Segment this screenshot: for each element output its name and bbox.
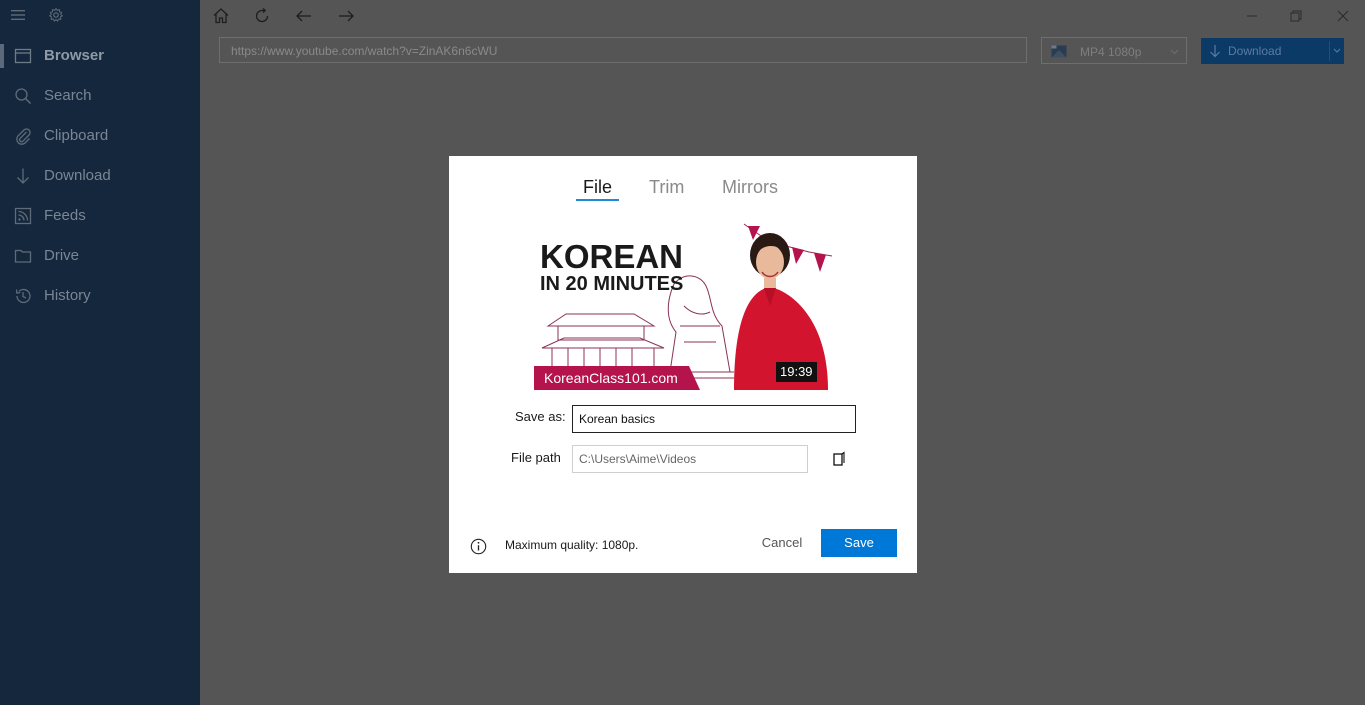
sidebar-item-browser[interactable]: Browser [0, 36, 200, 76]
save-as-input[interactable] [572, 405, 856, 433]
sidebar-item-history[interactable]: History [0, 276, 200, 316]
browse-folder-icon[interactable] [832, 451, 846, 467]
tab-trim[interactable]: Trim [649, 177, 684, 198]
cancel-button[interactable]: Cancel [755, 529, 809, 557]
restore-icon[interactable] [1286, 6, 1306, 26]
rss-icon [14, 207, 32, 225]
download-button[interactable]: Download [1201, 38, 1344, 64]
quality-info-text: Maximum quality: 1080p. [505, 538, 639, 552]
tab-file[interactable]: File [583, 177, 612, 198]
video-thumbnail: KoreanClass101.com KOREAN IN 20 MINUTES … [534, 222, 832, 390]
format-selected-value: MP4 1080p [1080, 45, 1142, 59]
save-dialog: File Trim Mirrors KoreanClass101.com KOR… [449, 156, 917, 573]
download-arrow-icon [1210, 45, 1220, 58]
folder-icon [14, 249, 32, 263]
minimize-icon[interactable] [1242, 6, 1262, 26]
refresh-icon[interactable] [252, 6, 272, 26]
sidebar-item-label: Download [44, 167, 111, 184]
settings-gear-icon[interactable] [48, 7, 64, 23]
sidebar-item-clipboard[interactable]: Clipboard [0, 116, 200, 156]
active-tab-indicator [576, 199, 619, 201]
history-icon [15, 288, 31, 304]
chevron-down-icon [1170, 49, 1179, 55]
info-icon [470, 538, 487, 555]
thumbnail-title-line2: IN 20 MINUTES [540, 273, 683, 295]
split-divider [1329, 41, 1330, 61]
sidebar-item-feeds[interactable]: Feeds [0, 196, 200, 236]
browser-icon [14, 48, 32, 64]
paperclip-icon [16, 128, 31, 145]
sidebar-item-label: History [44, 287, 91, 304]
sidebar-item-label: Clipboard [44, 127, 109, 144]
save-button[interactable]: Save [821, 529, 897, 557]
hamburger-menu-icon[interactable] [10, 7, 26, 23]
search-icon [15, 88, 32, 105]
tab-mirrors[interactable]: Mirrors [722, 177, 778, 198]
sidebar-item-label: Search [44, 87, 92, 104]
video-duration-badge: 19:39 [776, 362, 817, 382]
forward-arrow-icon[interactable] [336, 6, 356, 26]
thumbnail-site-text: KoreanClass101.com [544, 370, 678, 386]
sidebar-item-label: Feeds [44, 207, 86, 224]
save-as-label: Save as: [515, 409, 566, 424]
close-icon[interactable] [1333, 6, 1353, 26]
sidebar-item-search[interactable]: Search [0, 76, 200, 116]
sidebar-item-label: Browser [44, 47, 105, 64]
video-file-icon [1051, 45, 1067, 58]
download-button-label: Download [1228, 44, 1282, 58]
chevron-down-icon[interactable] [1333, 48, 1341, 53]
file-path-label: File path [511, 450, 561, 465]
home-icon[interactable] [211, 6, 231, 26]
sidebar-item-download[interactable]: Download [0, 156, 200, 196]
url-input[interactable]: https://www.youtube.com/watch?v=ZinAK6n6… [219, 37, 1027, 63]
sidebar: Browser Search Clipboard Download Feeds [0, 0, 200, 705]
file-path-input[interactable] [572, 445, 808, 473]
download-arrow-icon [17, 168, 29, 184]
thumbnail-title-line1: KOREAN [540, 238, 683, 275]
back-arrow-icon[interactable] [294, 6, 314, 26]
format-dropdown[interactable]: MP4 1080p [1041, 37, 1187, 64]
sidebar-item-label: Drive [44, 247, 80, 264]
sidebar-item-drive[interactable]: Drive [0, 236, 200, 276]
url-text: https://www.youtube.com/watch?v=ZinAK6n6… [231, 44, 498, 58]
sidebar-header [0, 0, 200, 30]
